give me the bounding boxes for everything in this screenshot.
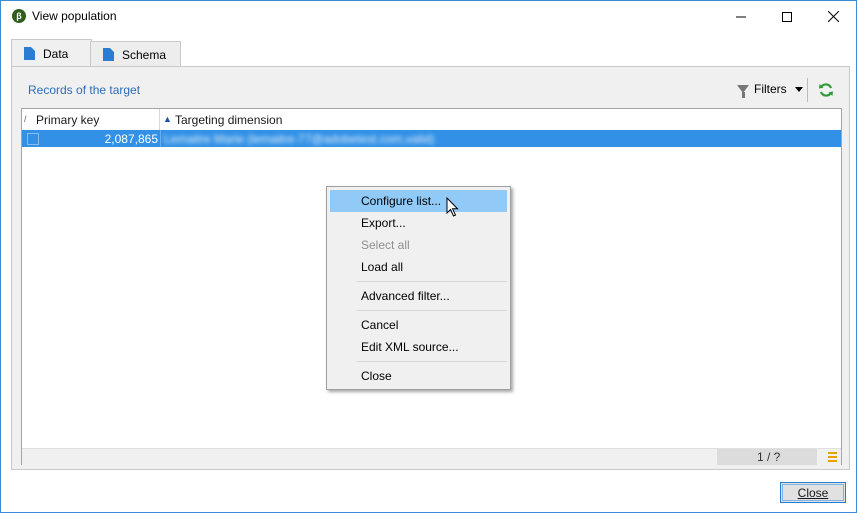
tab-schema-label: Schema bbox=[121, 47, 166, 62]
menu-item-label: Advanced filter... bbox=[361, 289, 450, 303]
menu-separator bbox=[357, 281, 507, 282]
column-header-targeting-dimension[interactable]: ▲ Targeting dimension bbox=[160, 109, 460, 130]
sort-ascending-icon: ▲ bbox=[163, 114, 172, 124]
mouse-cursor-icon bbox=[446, 197, 459, 217]
menu-item-export[interactable]: Export... bbox=[330, 212, 507, 234]
close-button-label: Close bbox=[797, 485, 829, 500]
menu-item-label: Edit XML source... bbox=[361, 340, 459, 354]
chevron-down-icon bbox=[794, 86, 803, 92]
minimize-button[interactable] bbox=[718, 1, 764, 32]
close-button[interactable]: Close bbox=[780, 482, 846, 503]
cell-targeting-dimension: Lemaitre Marie (lemaitre-77@adobetest.co… bbox=[164, 132, 435, 146]
close-icon bbox=[827, 11, 839, 22]
menu-item-label: Close bbox=[361, 369, 392, 383]
maximize-icon bbox=[782, 11, 792, 22]
records-toolbar: Records of the target Filters bbox=[21, 76, 838, 104]
menu-separator bbox=[357, 361, 507, 362]
row-checkbox[interactable] bbox=[27, 133, 39, 145]
title-bar[interactable]: β View population bbox=[1, 1, 856, 32]
tab-data[interactable]: Data bbox=[11, 39, 92, 67]
pager: 1 / ? bbox=[717, 449, 817, 465]
context-menu: Configure list... Export... Select all L… bbox=[326, 186, 511, 390]
grid-header: / Primary key ▲ Targeting dimension bbox=[22, 109, 841, 130]
menu-item-label: Export... bbox=[361, 216, 406, 230]
column-header-primary-key[interactable]: / Primary key bbox=[22, 109, 160, 130]
tab-schema[interactable]: Schema bbox=[90, 41, 181, 67]
menu-item-configure-list[interactable]: Configure list... bbox=[330, 190, 507, 212]
filters-dropdown[interactable]: Filters bbox=[737, 82, 803, 98]
section-title: Records of the target bbox=[28, 83, 141, 97]
cell-primary-key: 2,087,865 bbox=[104, 132, 158, 146]
toolbar-divider bbox=[807, 78, 808, 102]
sql-file-icon bbox=[24, 47, 35, 60]
pager-text: 1 / ? bbox=[757, 450, 781, 464]
menu-item-close[interactable]: Close bbox=[330, 365, 507, 387]
app-logo-icon: β bbox=[12, 9, 26, 23]
menu-item-load-all[interactable]: Load all bbox=[330, 256, 507, 278]
close-window-button[interactable] bbox=[810, 1, 856, 32]
tab-data-label: Data bbox=[43, 46, 69, 61]
window-title: View population bbox=[32, 9, 117, 23]
minimize-icon bbox=[736, 16, 746, 17]
refresh-icon[interactable] bbox=[818, 82, 834, 98]
table-row[interactable]: 2,087,865 Lemaitre Marie (lemaitre-77@ad… bbox=[22, 130, 841, 147]
menu-item-select-all[interactable]: Select all bbox=[330, 234, 507, 256]
funnel-icon bbox=[737, 85, 749, 98]
list-options-icon[interactable] bbox=[828, 452, 837, 462]
column-label: Targeting dimension bbox=[175, 113, 283, 127]
filters-label: Filters bbox=[754, 82, 787, 96]
menu-item-label: Select all bbox=[361, 238, 410, 252]
menu-item-label: Cancel bbox=[361, 318, 399, 332]
maximize-button[interactable] bbox=[764, 1, 810, 32]
xml-file-icon bbox=[103, 48, 114, 61]
column-label: Primary key bbox=[36, 113, 100, 127]
menu-item-label: Configure list... bbox=[361, 194, 442, 208]
menu-item-cancel[interactable]: Cancel bbox=[330, 314, 507, 336]
view-population-window: β View population Data Schema Records of… bbox=[0, 0, 857, 513]
menu-item-edit-xml-source[interactable]: Edit XML source... bbox=[330, 336, 507, 358]
menu-item-advanced-filter[interactable]: Advanced filter... bbox=[330, 285, 507, 307]
column-resize-mark: / bbox=[24, 114, 27, 124]
cell-divider bbox=[160, 130, 161, 147]
menu-item-label: Load all bbox=[361, 260, 404, 274]
grid-footer: 1 / ? bbox=[22, 448, 841, 465]
menu-separator bbox=[357, 310, 507, 311]
